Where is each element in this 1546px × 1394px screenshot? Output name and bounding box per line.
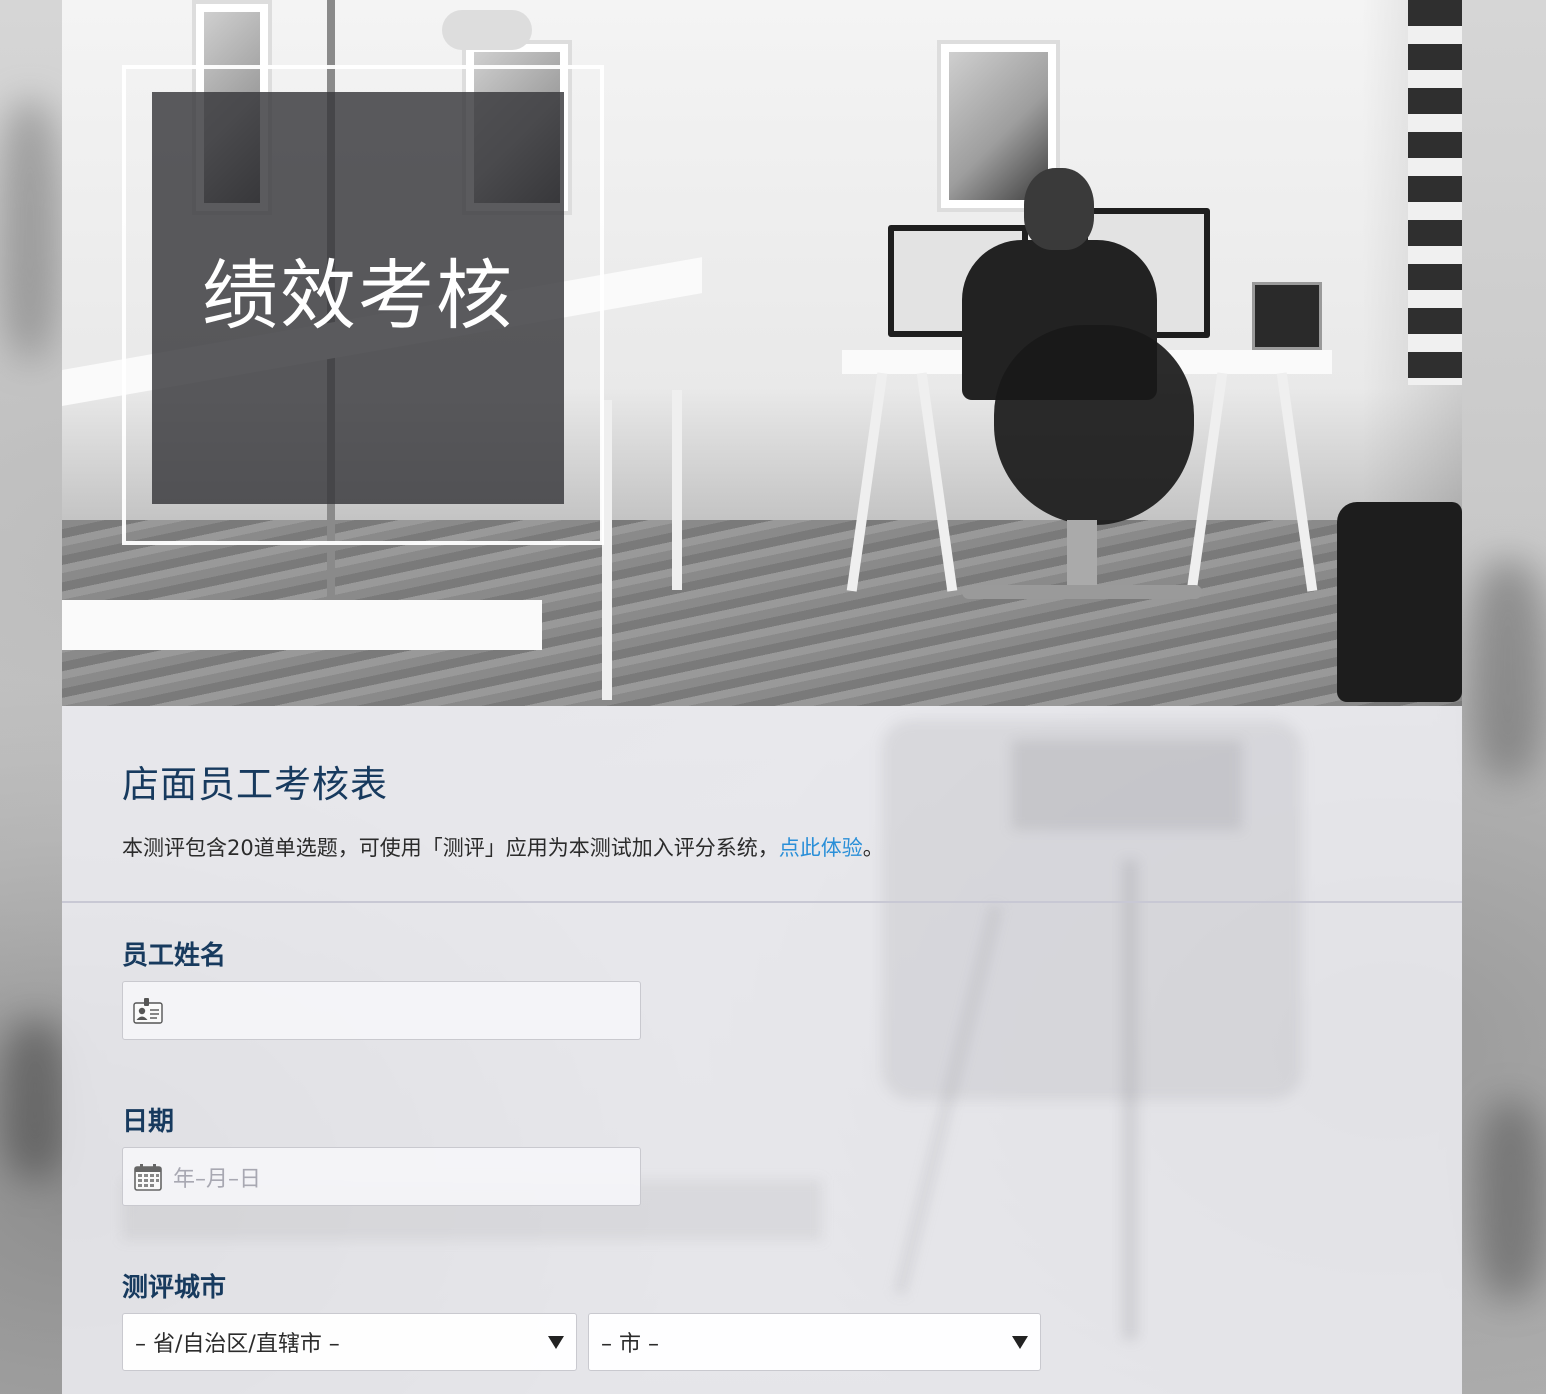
section-divider <box>62 901 1462 903</box>
hero-banner: 绩效考核 <box>62 0 1462 706</box>
background-ghost <box>882 720 1302 1100</box>
background-ghost <box>893 904 1003 1296</box>
city-label: 测评城市 <box>122 1273 227 1303</box>
hero-chair <box>994 325 1194 525</box>
employee-name-input[interactable] <box>122 981 641 1040</box>
province-select-value: – 省/自治区/直辖市 – <box>135 1332 340 1357</box>
hero-desk <box>62 600 542 650</box>
background-blur <box>0 100 60 360</box>
hero-chair-base <box>1067 520 1097 590</box>
form-title: 店面员工考核表 <box>122 763 388 806</box>
city-select-value: – 市 – <box>601 1332 659 1357</box>
hero-lamp-head <box>442 10 532 50</box>
city-select[interactable]: – 市 – <box>588 1313 1041 1371</box>
hero-laptop <box>1252 282 1322 350</box>
hero-bag <box>1337 502 1462 702</box>
date-label: 日期 <box>122 1107 175 1137</box>
hero-blinds <box>1408 0 1462 385</box>
employee-name-label: 员工姓名 <box>122 941 227 971</box>
calendar-icon <box>133 1162 163 1192</box>
hero-title: 绩效考核 <box>202 251 514 340</box>
background-ghost <box>1122 860 1138 1340</box>
background-ghost <box>1012 740 1242 830</box>
hero-person-head <box>1024 168 1094 250</box>
hero-chair-feet <box>962 585 1202 599</box>
form-page: 绩效考核 店面员工考核表 本测评包含20道单选题，可使用「测评」应用为本测试加入… <box>62 0 1462 1394</box>
form-description-suffix: 。 <box>862 836 884 860</box>
try-it-link[interactable]: 点此体验 <box>779 836 863 860</box>
form-description: 本测评包含20道单选题，可使用「测评」应用为本测试加入评分系统，点此体验。 <box>122 832 884 862</box>
chevron-down-icon <box>1012 1335 1028 1349</box>
chevron-down-icon <box>548 1335 564 1349</box>
province-select[interactable]: – 省/自治区/直辖市 – <box>122 1313 577 1371</box>
background-blur <box>0 1020 70 1180</box>
background-blur <box>1470 560 1546 780</box>
form-description-text: 本测评包含20道单选题，可使用「测评」应用为本测试加入评分系统， <box>122 836 779 860</box>
id-card-icon <box>133 996 163 1026</box>
hero-desk-leg <box>672 390 682 590</box>
background-blur <box>1475 1100 1546 1300</box>
date-input[interactable]: 年–月–日 <box>122 1147 641 1206</box>
date-placeholder: 年–月–日 <box>173 1166 262 1192</box>
